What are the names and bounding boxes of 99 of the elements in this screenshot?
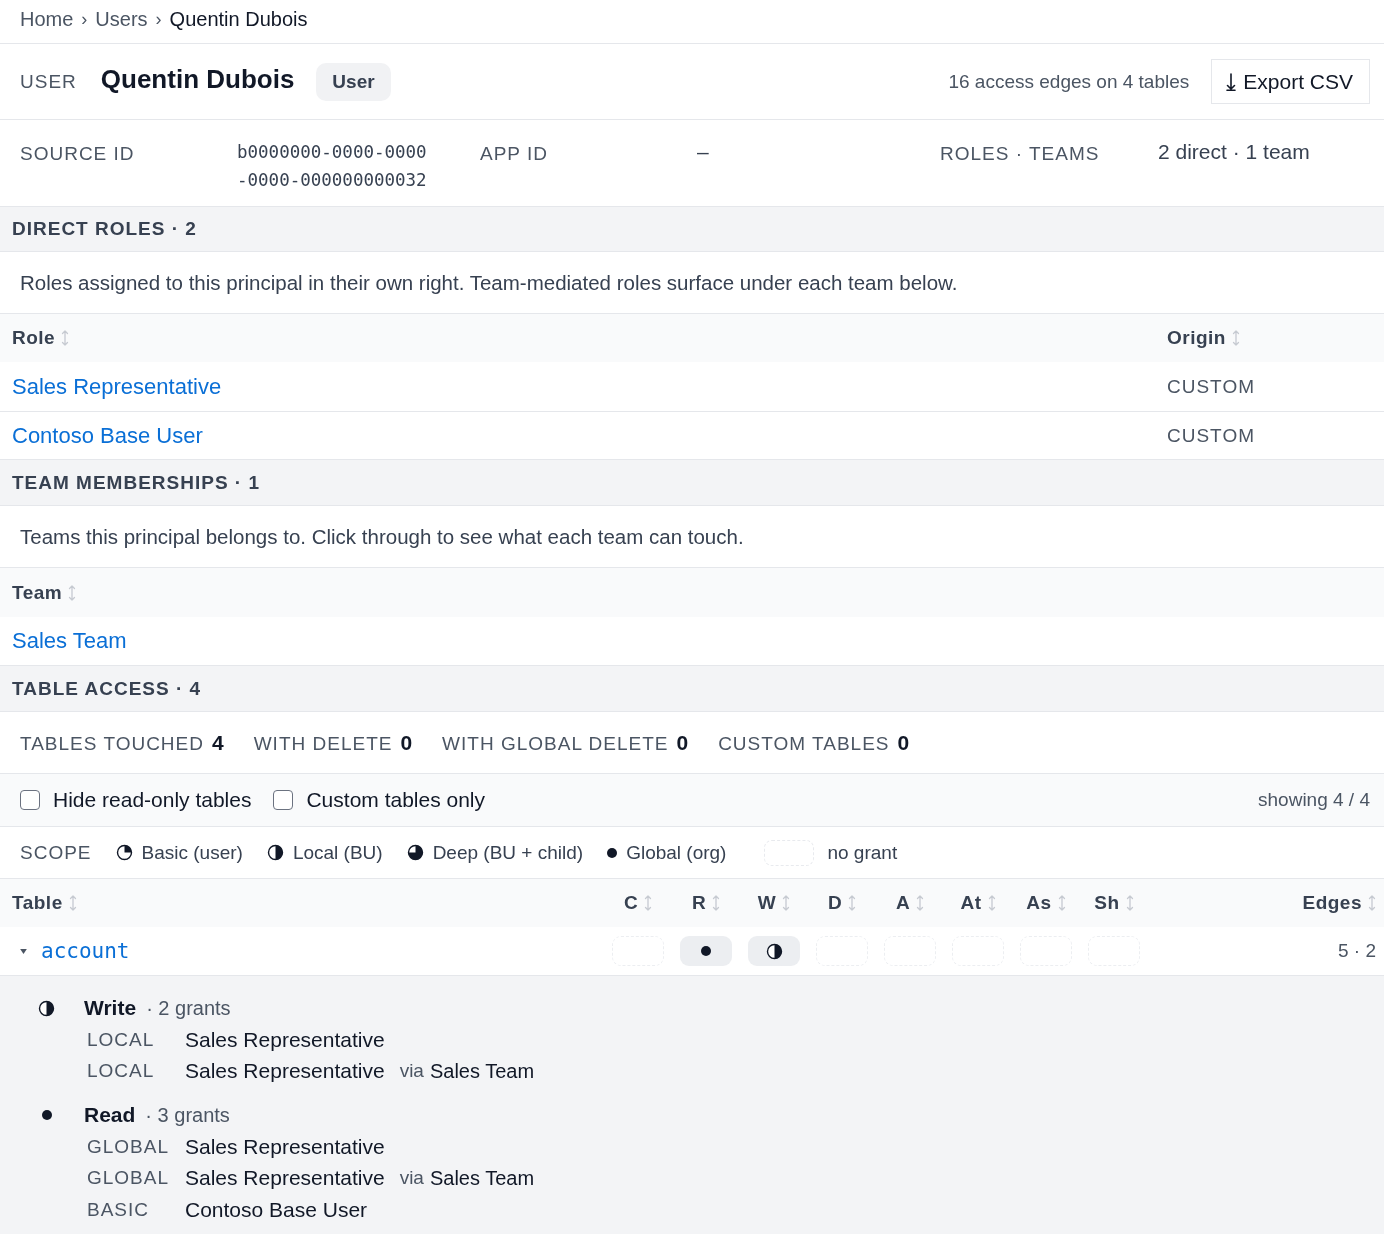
principal-name: Quentin Dubois	[100, 64, 295, 95]
sort-icon	[987, 895, 996, 911]
via-team: Sales Team	[429, 1166, 535, 1190]
section-heading: DIRECT ROLES · 2	[0, 207, 1384, 252]
column-header[interactable]: At	[960, 892, 996, 914]
legend-label: Local (BU)	[292, 841, 383, 864]
column-header[interactable]: Role	[12, 327, 1167, 349]
breadcrumb-current: Quentin Dubois	[169, 8, 308, 31]
checkbox-label[interactable]: Custom tables only	[306, 788, 486, 812]
role-link[interactable]: Contoso Base User	[12, 422, 203, 448]
half-circle-icon	[266, 844, 284, 861]
dot-icon	[41, 1110, 52, 1120]
via-label: via	[399, 1060, 424, 1083]
caret-icon[interactable]	[20, 948, 27, 954]
sort-icon	[1231, 330, 1240, 346]
grant-scope: BASIC	[87, 1198, 151, 1221]
half-circle-icon	[38, 999, 55, 1017]
export-csv-button[interactable]: Export CSV	[1211, 59, 1370, 104]
origin-cell-text: CUSTOM	[1167, 375, 1256, 398]
section-heading: TABLE ACCESS · 4	[0, 666, 1384, 712]
access-summary: 16 access edges on 4 tables	[948, 70, 1190, 93]
section-heading: TEAM MEMBERSHIPS · 1	[0, 460, 1384, 506]
grant-role: Sales Representative	[185, 1166, 385, 1191]
column-header[interactable]: Sh	[1094, 892, 1134, 914]
edges-count: 5 · 2	[1337, 940, 1376, 962]
principal-type-label: USER	[20, 70, 77, 93]
three-quarter-pie-icon	[406, 844, 424, 861]
table-name-link[interactable]: account	[41, 939, 130, 963]
team-link[interactable]: Sales Team	[12, 628, 127, 653]
source-id-value: b0000000-0000-0000-0000-000000000032	[237, 141, 427, 192]
meta-value: –	[697, 139, 710, 165]
meta-label: ROLES · TEAMS	[940, 142, 1101, 166]
dot-icon	[607, 847, 618, 858]
legend-label: Global (org)	[626, 841, 727, 864]
stat-value: 0	[400, 730, 413, 755]
grant-count: · 3 grants	[145, 1103, 230, 1127]
meta-label: SOURCE ID	[20, 142, 136, 166]
grant-role: Sales Representative	[185, 1027, 385, 1052]
grant-role: Sales Representative	[185, 1059, 385, 1084]
column-header[interactable]: R	[691, 892, 721, 914]
half-circle-icon	[765, 942, 783, 960]
grant-scope: GLOBAL	[87, 1135, 171, 1158]
sort-icon	[1368, 895, 1376, 911]
role-link[interactable]: Sales Representative	[12, 373, 222, 399]
showing-count: showing 4 / 4	[1258, 789, 1370, 811]
column-header[interactable]: A	[895, 892, 925, 914]
via-label: via	[399, 1167, 424, 1190]
grant-role: Contoso Base User	[185, 1197, 368, 1222]
column-header[interactable]: Table	[12, 892, 77, 914]
stat-label: WITH DELETE	[253, 732, 393, 755]
grant-scope: GLOBAL	[87, 1167, 171, 1190]
scope-legend-label: SCOPE	[20, 841, 92, 864]
sort-icon	[68, 584, 77, 601]
quarter-pie-icon	[115, 844, 133, 861]
stat-value: 0	[676, 730, 689, 755]
column-header[interactable]: Origin	[1167, 327, 1384, 349]
origin-cell-text: CUSTOM	[1167, 424, 1256, 447]
role-badge: User	[316, 62, 391, 101]
breadcrumb-link[interactable]: Home	[20, 8, 74, 31]
sort-icon	[1125, 895, 1134, 911]
download-arrow-icon	[1226, 72, 1237, 91]
breadcrumb-separator: ›	[81, 9, 88, 30]
legend-label: Deep (BU + child)	[432, 841, 584, 864]
via-team: Sales Team	[429, 1059, 535, 1083]
legend-label: no grant	[827, 841, 898, 864]
sort-icon	[782, 895, 791, 911]
stat-value: 0	[897, 730, 910, 755]
meta-label: APP ID	[480, 142, 549, 166]
privilege-name: Write	[84, 996, 137, 1020]
stat-value: 4	[212, 730, 224, 755]
breadcrumb-separator: ›	[155, 9, 162, 30]
sort-icon	[848, 895, 857, 911]
sort-icon	[644, 895, 653, 911]
column-header[interactable]: As	[1026, 892, 1066, 914]
sort-icon	[61, 330, 70, 346]
grant-scope: LOCAL	[87, 1028, 156, 1051]
grant-count: · 2 grants	[146, 996, 231, 1020]
sort-icon	[68, 895, 77, 911]
privilege-name: Read	[84, 1103, 136, 1127]
legend-label: Basic (user)	[141, 841, 243, 864]
checkbox[interactable]	[20, 790, 40, 810]
column-header[interactable]: Team	[12, 581, 1384, 604]
stat-label: TABLES TOUCHED	[20, 732, 204, 755]
stat-label: WITH GLOBAL DELETE	[442, 732, 669, 755]
column-header[interactable]: C	[623, 892, 653, 914]
sort-icon	[712, 895, 721, 911]
checkbox[interactable]	[273, 790, 294, 810]
meta-value: 2 direct · 1 team	[1158, 139, 1311, 165]
dot-icon	[701, 946, 711, 956]
checkbox-label[interactable]: Hide read-only tables	[53, 788, 252, 812]
column-header[interactable]: Edges	[1302, 892, 1376, 914]
column-header[interactable]: D	[827, 892, 857, 914]
sort-icon	[916, 895, 925, 911]
sort-icon	[1057, 895, 1066, 911]
column-header[interactable]: W	[757, 892, 791, 914]
grant-role: Sales Representative	[185, 1134, 385, 1159]
stat-label: CUSTOM TABLES	[718, 732, 890, 755]
grant-scope: LOCAL	[87, 1060, 156, 1083]
breadcrumb-link[interactable]: Users	[95, 8, 148, 31]
